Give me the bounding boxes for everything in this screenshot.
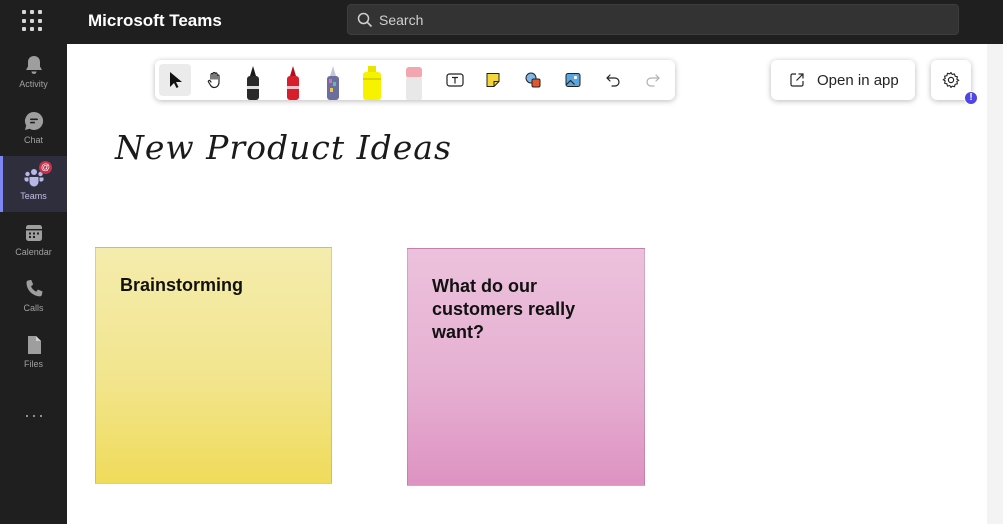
sticky-note-tool[interactable] [477, 64, 509, 96]
rail-item-teams[interactable]: @ Teams [0, 156, 67, 212]
search-placeholder: Search [379, 12, 424, 28]
rail-label: Files [23, 359, 43, 369]
highlighter-tool[interactable] [360, 64, 384, 100]
shapes-tool[interactable] [517, 64, 549, 96]
rail-label: Calendar [15, 247, 52, 257]
rail-item-files[interactable]: Files [0, 324, 67, 380]
file-icon [27, 336, 41, 354]
gear-icon [942, 71, 960, 89]
rail-item-chat[interactable]: Chat [0, 100, 67, 156]
undo-button[interactable] [597, 64, 629, 96]
rainbow-pen-tool[interactable] [321, 64, 345, 100]
black-pen-tool[interactable] [241, 64, 265, 100]
chat-icon [24, 111, 43, 130]
text-tool[interactable] [439, 64, 471, 96]
open-in-app-label: Open in app [817, 71, 899, 89]
eraser-tool[interactable] [402, 64, 426, 100]
pan-tool[interactable] [199, 64, 231, 96]
hand-icon [207, 71, 220, 89]
board-title[interactable]: New Product Ideas [115, 128, 452, 167]
shapes-icon [525, 72, 541, 88]
sticky-note-text: Brainstorming [120, 275, 244, 295]
redo-button[interactable] [637, 64, 669, 96]
undo-icon [606, 74, 620, 87]
rail-label: Teams [20, 191, 47, 201]
top-bar: Microsoft Teams Search [0, 0, 1003, 44]
red-pen-tool[interactable] [281, 64, 305, 100]
select-tool[interactable] [159, 64, 191, 96]
more-apps-icon[interactable]: ··· [24, 405, 45, 426]
sticky-note-icon [486, 73, 500, 87]
whiteboard-canvas[interactable]: Open in app ! New Product Ideas Brainsto… [67, 44, 987, 524]
vertical-scrollbar[interactable] [987, 44, 1003, 524]
rail-label: Chat [23, 135, 43, 145]
rail-item-activity[interactable]: Activity [0, 44, 67, 100]
phone-icon [25, 279, 42, 297]
pointer-icon [170, 72, 182, 88]
sticky-note[interactable]: Brainstorming [95, 247, 332, 484]
open-external-icon [790, 73, 804, 87]
search-input[interactable]: Search [347, 4, 959, 35]
image-icon [565, 73, 581, 87]
mention-badge: @ [39, 161, 52, 174]
sticky-note-text: What do our customers really want? [432, 276, 576, 342]
open-in-app-button[interactable]: Open in app [771, 60, 915, 100]
rail-item-calls[interactable]: Calls [0, 268, 67, 324]
app-title: Microsoft Teams [88, 11, 222, 30]
settings-notification-badge: ! [964, 91, 978, 105]
text-box-icon [446, 73, 464, 87]
rail-label: Activity [19, 79, 48, 89]
calendar-icon [25, 225, 42, 241]
rail-item-calendar[interactable]: Calendar [0, 212, 67, 268]
search-icon [357, 12, 373, 28]
image-tool[interactable] [557, 64, 589, 96]
rail-label: Calls [23, 303, 44, 313]
sticky-note[interactable]: What do our customers really want? [407, 248, 645, 486]
whiteboard-toolbar [155, 60, 675, 100]
redo-icon [646, 74, 660, 87]
app-launcher-icon[interactable] [22, 10, 44, 32]
bell-icon [25, 56, 42, 74]
left-rail: Activity Chat @ Teams Calendar Calls Fil… [0, 44, 67, 524]
